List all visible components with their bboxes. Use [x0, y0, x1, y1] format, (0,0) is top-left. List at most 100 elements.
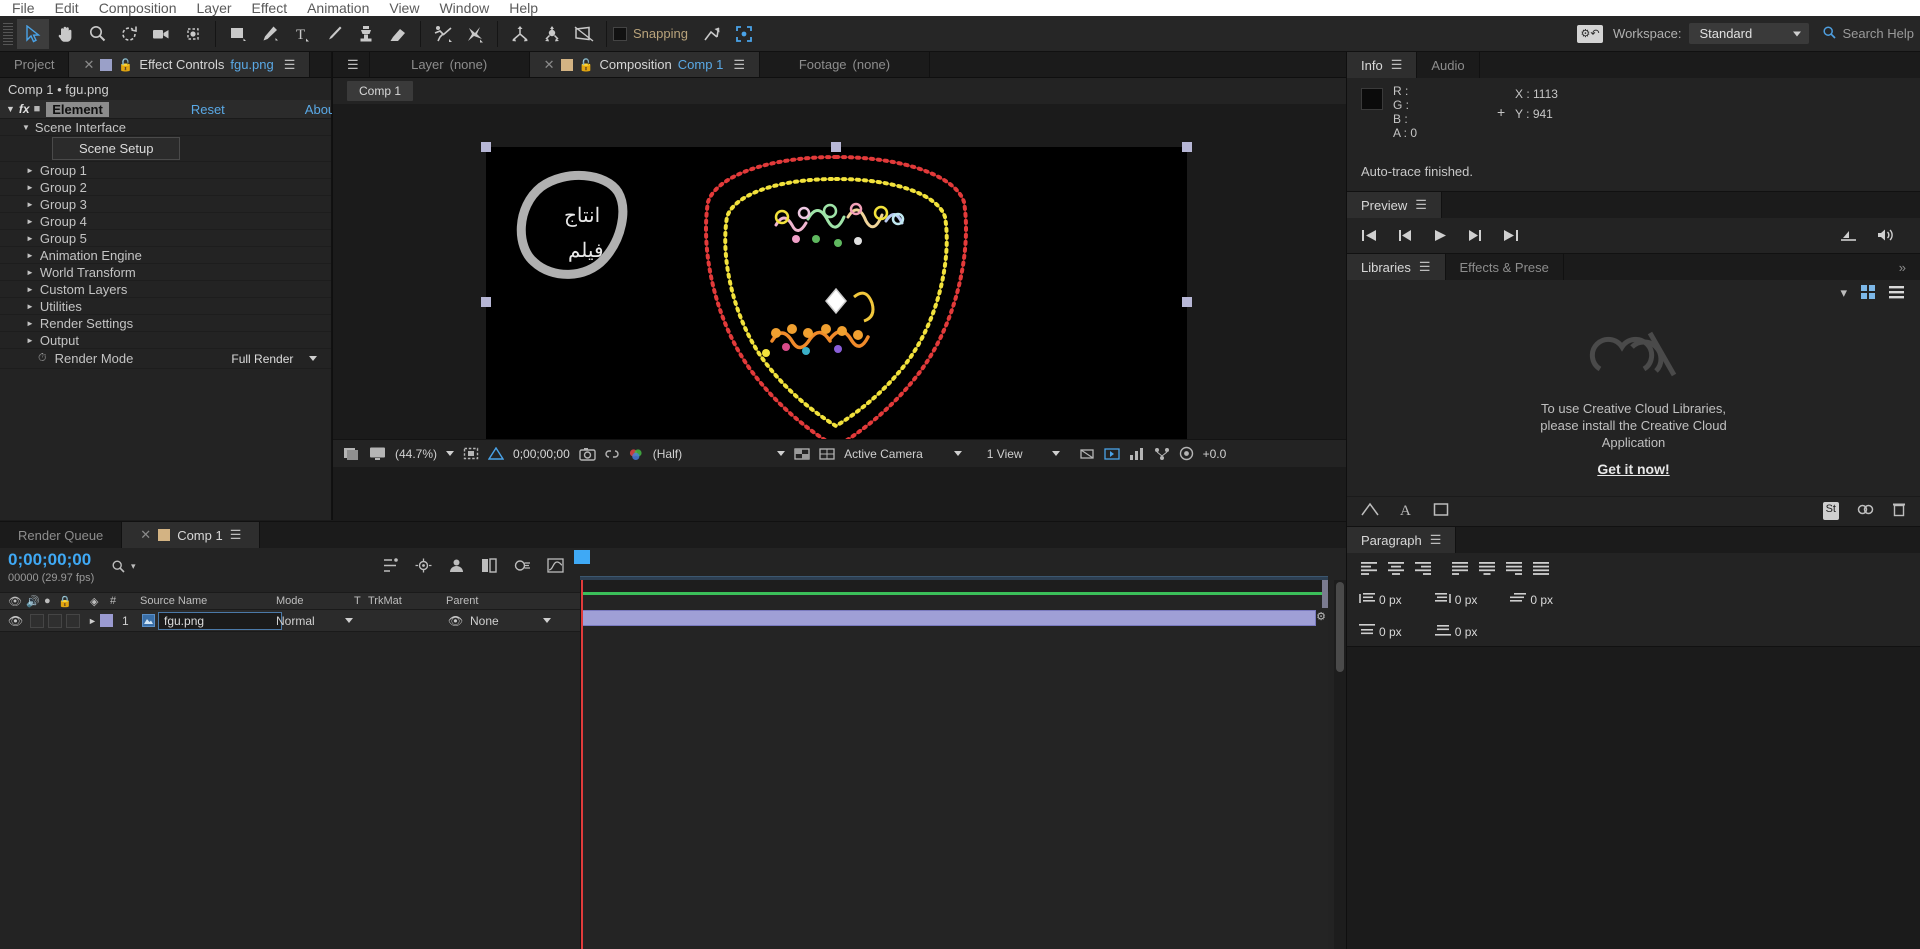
timeline-scrollbar-vertical[interactable]: [1334, 580, 1346, 949]
zoom-tool[interactable]: [81, 19, 113, 49]
group-row-1[interactable]: ► Group 1: [0, 162, 331, 179]
layer-label-color[interactable]: [100, 614, 113, 627]
ram-preview-button[interactable]: [1840, 228, 1857, 242]
panel-menu-icon[interactable]: ☰: [1430, 532, 1442, 548]
effect-header-element[interactable]: ▼ fx ■ Element Reset Abou: [0, 100, 335, 119]
group-row-3[interactable]: ► Group 3: [0, 196, 331, 213]
track-camera-tool[interactable]: [568, 19, 600, 49]
hand-tool[interactable]: [49, 19, 81, 49]
selection-handle-top-right[interactable]: [1182, 142, 1192, 152]
get-it-now-link[interactable]: Get it now!: [1597, 461, 1669, 477]
link-icon[interactable]: [1857, 502, 1874, 520]
search-help-box[interactable]: Search Help: [1823, 25, 1914, 42]
align-center-icon[interactable]: [1386, 559, 1406, 577]
disclosure-triangle-closed-icon[interactable]: ►: [26, 251, 34, 260]
color-theme-icon[interactable]: [1361, 502, 1379, 520]
world-transform-row[interactable]: ► World Transform: [0, 264, 331, 281]
tab-comp-1[interactable]: ✕ Comp 1 ☰: [122, 522, 261, 548]
panel-menu-icon[interactable]: ☰: [1391, 57, 1403, 73]
tab-effects-presets[interactable]: Effects & Prese: [1446, 254, 1564, 280]
type-tool[interactable]: T: [286, 19, 318, 49]
grid-view-icon[interactable]: [1861, 284, 1875, 302]
draft-3d-icon[interactable]: [415, 558, 432, 576]
chevron-down-icon[interactable]: [446, 451, 455, 456]
group-row-4[interactable]: ► Group 4: [0, 213, 331, 230]
menu-item-help[interactable]: Help: [499, 1, 548, 16]
timeline-current-time[interactable]: 0;00;00;00: [8, 550, 91, 570]
menu-item-view[interactable]: View: [379, 1, 429, 16]
chevron-down-icon[interactable]: [777, 451, 786, 456]
motion-blur-icon[interactable]: [514, 558, 531, 576]
text-style-icon[interactable]: A: [1399, 502, 1413, 520]
channel-rgb-icon[interactable]: [628, 447, 644, 461]
panel-menu-icon[interactable]: ☰: [1419, 259, 1431, 275]
close-icon[interactable]: ✕: [83, 57, 94, 73]
column-label-icon[interactable]: ◈: [90, 595, 98, 608]
disclosure-triangle-closed-icon[interactable]: ►: [26, 183, 34, 192]
justify-all-icon[interactable]: [1531, 559, 1551, 577]
justify-last-center-icon[interactable]: [1477, 559, 1497, 577]
composition-mini-flowchart-icon[interactable]: [382, 558, 399, 576]
zoom-level-value[interactable]: (44.7%): [395, 447, 437, 461]
layer-trkmat-icon[interactable]: 👁: [448, 614, 463, 628]
panel-menu-icon[interactable]: ☰: [733, 57, 745, 73]
snapping-checkbox[interactable]: [613, 26, 627, 41]
lock-icon[interactable]: 🔓: [579, 58, 594, 72]
clone-stamp-tool[interactable]: [350, 19, 382, 49]
disclosure-triangle-closed-icon[interactable]: ►: [26, 285, 34, 294]
frame-blending-icon[interactable]: [481, 558, 498, 576]
panel-menu-icon[interactable]: ☰: [1415, 197, 1427, 213]
exposure-value[interactable]: +0.0: [1203, 447, 1227, 461]
tab-paragraph[interactable]: Paragraph ☰: [1347, 527, 1457, 553]
selection-handle-mid-left[interactable]: [481, 297, 491, 307]
resolution-value[interactable]: (Half): [653, 447, 682, 461]
align-left-icon[interactable]: [1359, 559, 1379, 577]
disclosure-triangle-open-icon[interactable]: ▼: [6, 104, 15, 114]
align-right-icon[interactable]: [1413, 559, 1433, 577]
panel-menu-left[interactable]: ☰: [333, 52, 370, 77]
rotation-tool[interactable]: [113, 19, 145, 49]
play-button[interactable]: [1433, 229, 1447, 242]
panel-menu-icon[interactable]: ☰: [284, 57, 296, 73]
disclosure-triangle-closed-icon[interactable]: ►: [26, 268, 34, 277]
indent-left-field[interactable]: 0 px: [1359, 592, 1402, 608]
output-row[interactable]: ► Output: [0, 332, 331, 349]
panel-divider-right[interactable]: [1346, 52, 1347, 949]
tab-preview[interactable]: Preview ☰: [1347, 192, 1442, 218]
viewer-timecode[interactable]: 0;00;00;00: [513, 447, 570, 461]
chevron-down-icon[interactable]: [953, 451, 962, 456]
scrollbar-thumb[interactable]: [1336, 582, 1344, 672]
st-icon[interactable]: St: [1822, 501, 1839, 520]
brush-tool[interactable]: [318, 19, 350, 49]
disclosure-triangle-closed-icon[interactable]: ►: [26, 166, 34, 175]
trash-icon[interactable]: [1892, 502, 1906, 520]
pixel-aspect-icon[interactable]: [1079, 447, 1095, 461]
composition-canvas[interactable]: انتاج فيلم: [486, 147, 1187, 457]
work-area-bar[interactable]: [581, 580, 1329, 592]
puppet-pin-tool[interactable]: [459, 19, 491, 49]
work-area-end-marker[interactable]: [1322, 580, 1328, 608]
column-lock-icon[interactable]: 🔒: [58, 595, 72, 608]
workspace-settings-icon[interactable]: ⚙↶: [1577, 24, 1604, 43]
graph-editor-icon[interactable]: [547, 558, 564, 576]
layer-visibility-toggle[interactable]: 👁: [8, 614, 23, 628]
menu-item-layer[interactable]: Layer: [187, 1, 242, 16]
lock-icon[interactable]: 🔓: [118, 58, 133, 72]
previous-frame-button[interactable]: [1397, 229, 1413, 242]
fast-previews-icon[interactable]: [1103, 447, 1120, 461]
snap-arrow-icon[interactable]: [696, 19, 728, 49]
transform-box-icon[interactable]: [728, 19, 760, 49]
exposure-reset-icon[interactable]: [1179, 446, 1194, 461]
column-audio-icon[interactable]: 🔊: [26, 595, 40, 608]
playhead[interactable]: [574, 550, 590, 949]
3d-view-icon[interactable]: [819, 447, 835, 461]
menu-item-animation[interactable]: Animation: [297, 1, 379, 16]
next-frame-button[interactable]: [1467, 229, 1483, 242]
selection-handle-mid-right[interactable]: [1182, 297, 1192, 307]
panel-menu-icon[interactable]: ☰: [230, 527, 242, 543]
layer-switches-icon[interactable]: ⚙: [1316, 610, 1326, 623]
eraser-tool[interactable]: [382, 19, 414, 49]
always-preview-icon[interactable]: [343, 446, 360, 461]
scene-setup-button[interactable]: Scene Setup: [52, 137, 181, 160]
tab-footage[interactable]: Footage (none): [759, 52, 930, 77]
